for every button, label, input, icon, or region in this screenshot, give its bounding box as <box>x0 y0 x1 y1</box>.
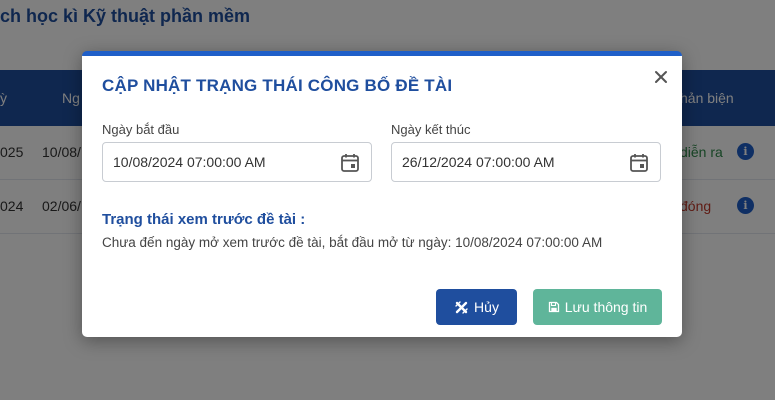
cancel-button[interactable]: Hủy <box>436 289 517 325</box>
save-button[interactable]: Lưu thông tin <box>533 289 662 325</box>
calendar-icon[interactable] <box>339 152 361 174</box>
calendar-icon[interactable] <box>628 152 650 174</box>
end-date-label: Ngày kết thúc <box>391 122 471 137</box>
save-button-label: Lưu thông tin <box>564 299 648 315</box>
preview-status-text: Chưa đến ngày mở xem trước đề tài, bắt đ… <box>102 235 603 250</box>
save-icon <box>548 301 559 313</box>
start-date-field[interactable]: 10/08/2024 07:00:00 AM <box>102 142 372 182</box>
end-date-field[interactable]: 26/12/2024 07:00:00 AM <box>391 142 661 182</box>
modal-title: CẬP NHẬT TRẠNG THÁI CÔNG BỐ ĐỀ TÀI <box>102 76 453 95</box>
end-date-value: 26/12/2024 07:00:00 AM <box>402 154 555 170</box>
update-status-modal: CẬP NHẬT TRẠNG THÁI CÔNG BỐ ĐỀ TÀI Ngày … <box>82 51 682 337</box>
cross-icon <box>455 300 468 314</box>
start-date-label: Ngày bắt đầu <box>102 122 180 137</box>
close-icon[interactable] <box>652 68 670 86</box>
cancel-button-label: Hủy <box>474 299 499 315</box>
start-date-value: 10/08/2024 07:00:00 AM <box>113 154 266 170</box>
preview-status-heading: Trạng thái xem trước đề tài : <box>102 211 306 228</box>
